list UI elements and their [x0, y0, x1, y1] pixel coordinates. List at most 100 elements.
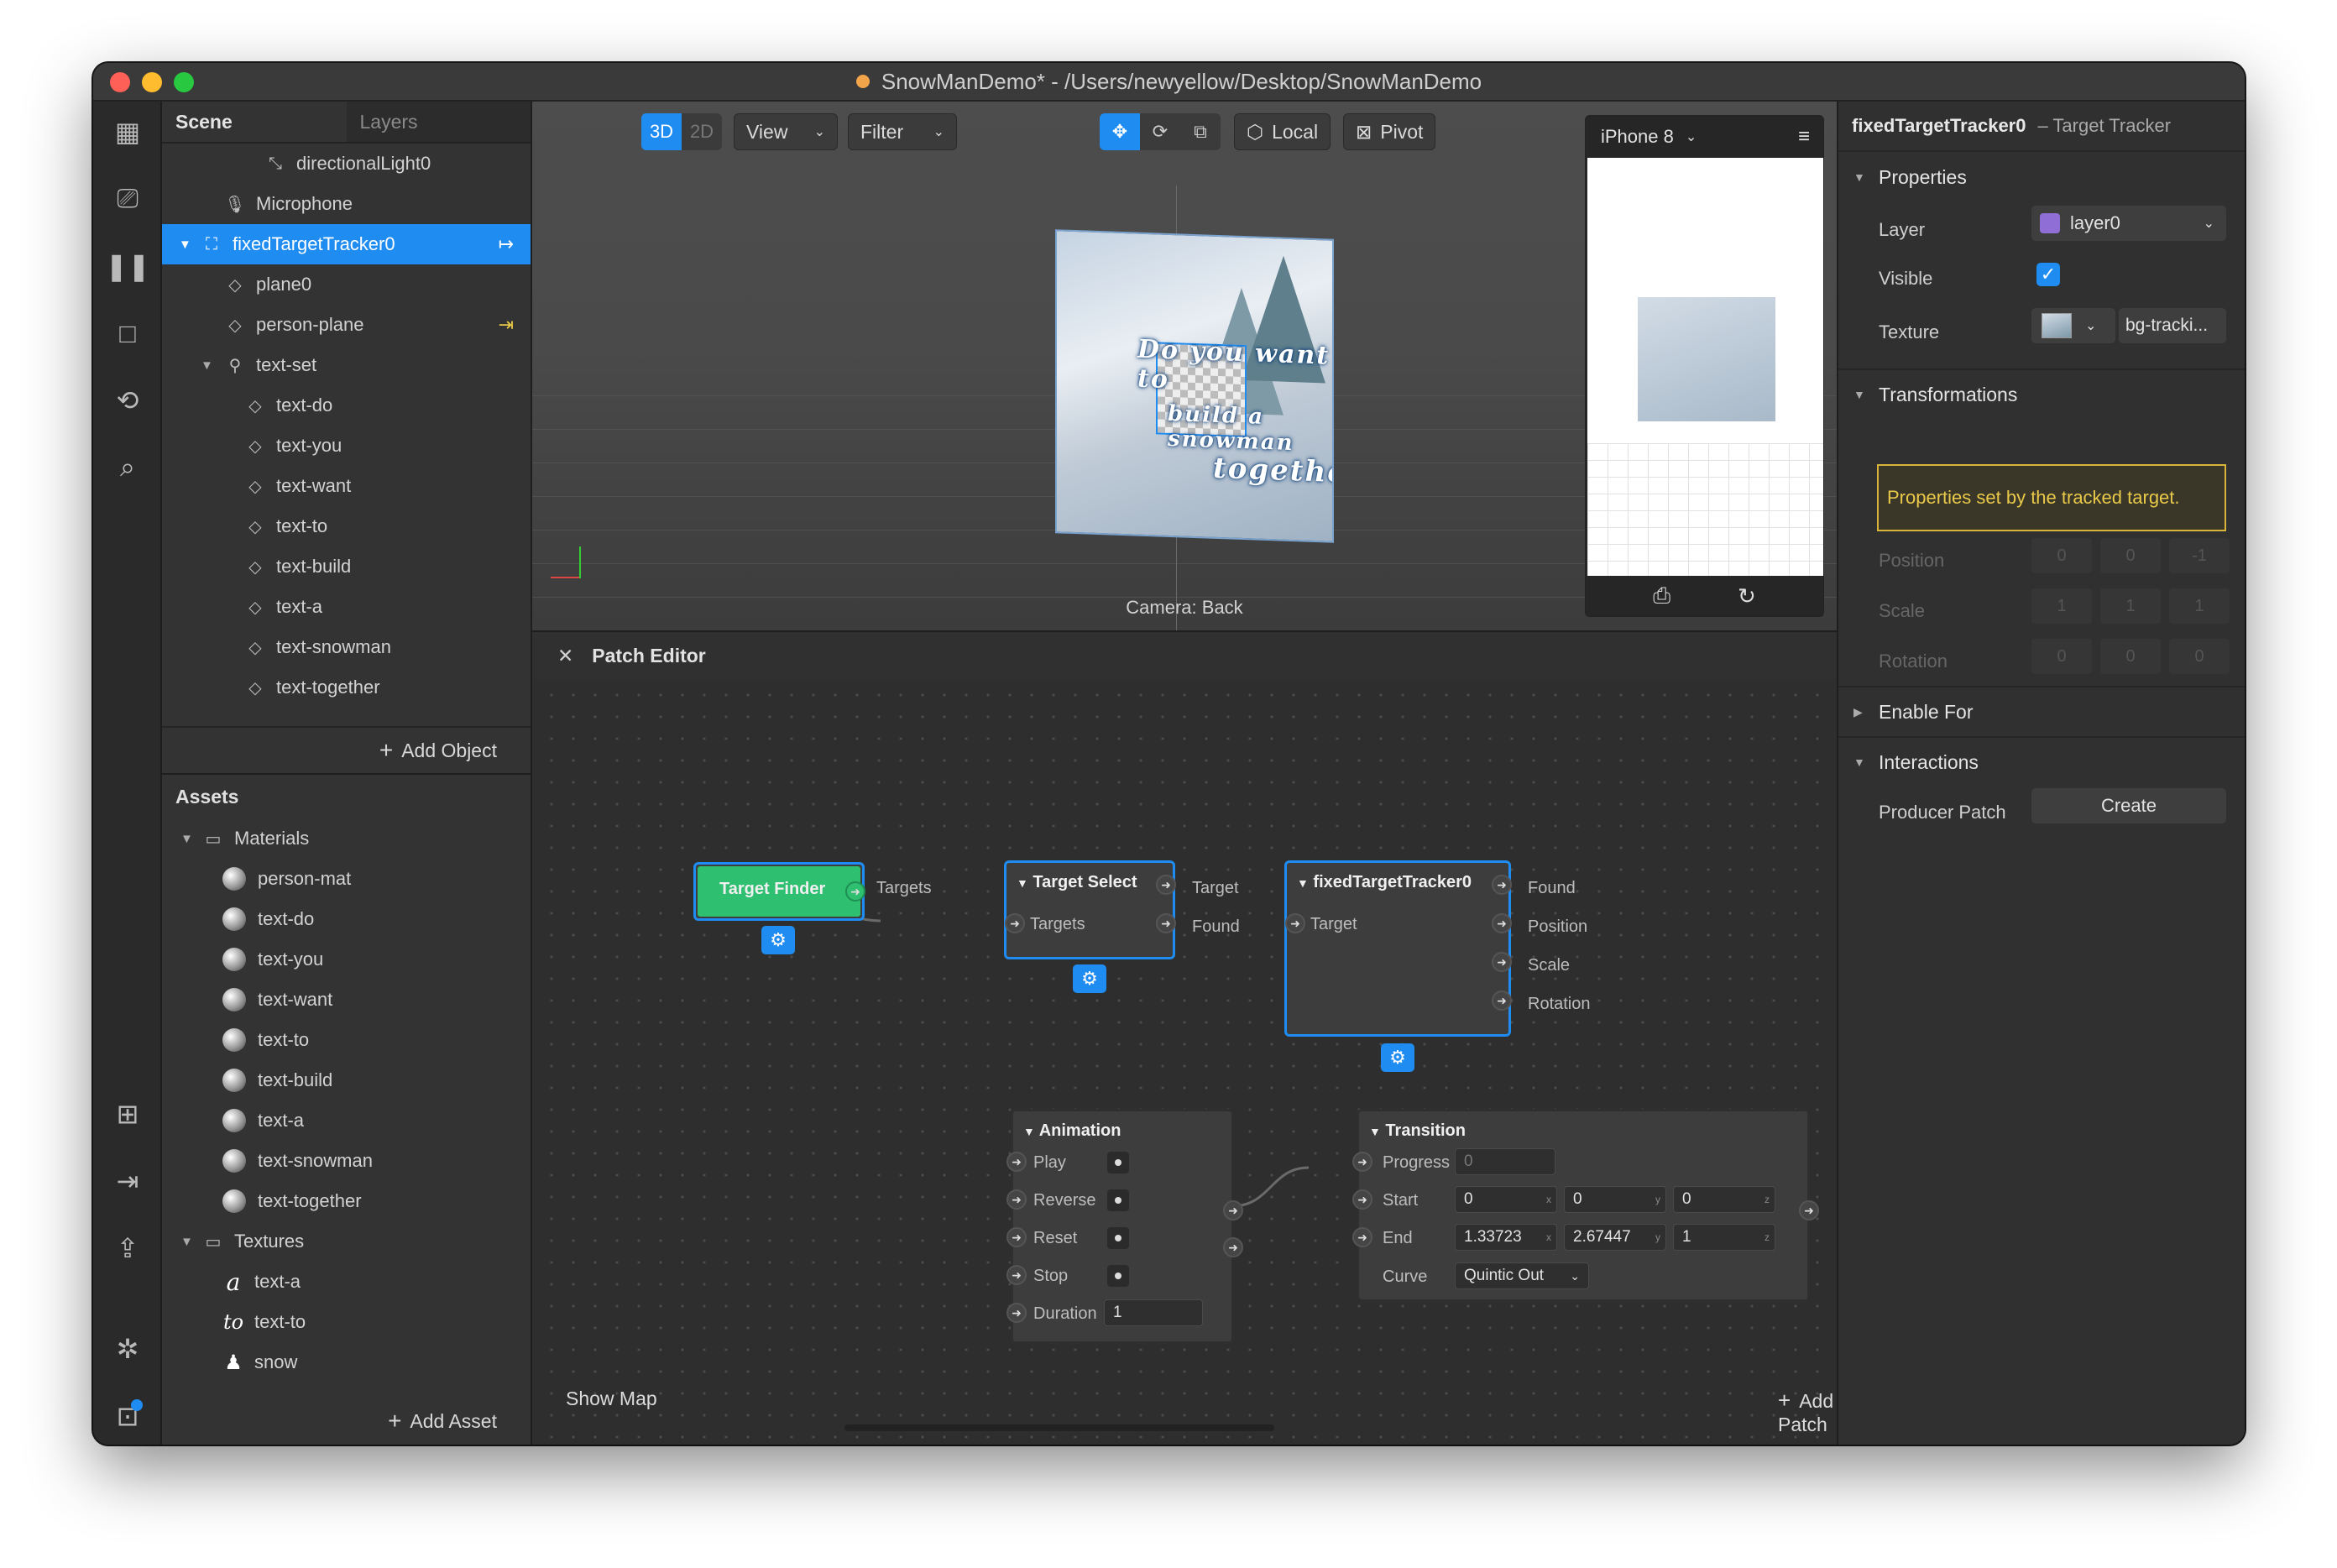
pulse-toggle[interactable]: [1107, 1152, 1129, 1173]
arrow-right-icon[interactable]: ➜: [1006, 1152, 1027, 1172]
animation-node[interactable]: ▼ Animation ➜ Play ➜ Reverse ➜ Reset ➜ S…: [1006, 1109, 1243, 1344]
show-map-button[interactable]: Show Map: [566, 1388, 657, 1410]
arrow-right-icon[interactable]: ➜: [1006, 1265, 1027, 1285]
rotate-device-icon[interactable]: ↻: [1738, 583, 1756, 609]
duration-input[interactable]: 1: [1104, 1299, 1203, 1326]
upload-icon[interactable]: ⇪: [111, 1231, 144, 1265]
add-asset-button[interactable]: + Add Asset: [162, 1398, 531, 1445]
transformations-section[interactable]: ▼ Transformations: [1838, 368, 2245, 419]
texture-thumbnail-select[interactable]: ⌄: [2031, 308, 2115, 343]
asset-material-text-build[interactable]: text-build: [162, 1060, 531, 1100]
scene-item-text-want[interactable]: ◇ text-want: [162, 466, 531, 506]
rotate-tool-icon[interactable]: ⟳: [1140, 113, 1180, 150]
layer-select[interactable]: layer0 ⌄: [2031, 206, 2226, 241]
scene-item-fixedtargettracker0[interactable]: ▼ ⛶ fixedTargetTracker0 ↦: [162, 224, 531, 264]
scene-item-text-snowman[interactable]: ◇ text-snowman: [162, 627, 531, 667]
scene-item-plane0[interactable]: ◇ plane0: [162, 264, 531, 305]
collapse-triangle-icon[interactable]: ▼: [1369, 1125, 1381, 1138]
target-finder-node[interactable]: Target Finder ➜: [693, 862, 865, 921]
filter-menu[interactable]: Filter ⌄: [848, 113, 957, 150]
asset-material-text-snowman[interactable]: text-snowman: [162, 1141, 531, 1181]
minimize-window-button[interactable]: [142, 72, 162, 92]
asset-material-text-want[interactable]: text-want: [162, 980, 531, 1020]
arrow-right-icon[interactable]: ➜: [1352, 1227, 1372, 1247]
arrow-right-icon[interactable]: ➜: [1156, 875, 1176, 895]
arrow-right-icon[interactable]: ➜: [1492, 875, 1512, 895]
arrow-right-icon[interactable]: ➜: [1223, 1200, 1243, 1220]
curve-select[interactable]: Quintic Out ⌄: [1455, 1262, 1589, 1289]
transition-node[interactable]: ▼ Transition ➜ Progress 0 ➜ Start 0x 0y …: [1352, 1109, 1819, 1302]
menu-icon[interactable]: ≡: [1798, 125, 1810, 149]
arrow-right-icon[interactable]: ➜: [1352, 1152, 1372, 1172]
scale-tool-icon[interactable]: ⧉: [1180, 113, 1221, 150]
viewport[interactable]: 3D 2D View ⌄ Filter ⌄ ✥ ⟳ ⧉ ⬡ Local ⊠ Pivot …: [532, 102, 1837, 632]
expand-triangle-icon[interactable]: ▼: [180, 1235, 193, 1249]
close-window-button[interactable]: [110, 72, 130, 92]
add-patch-button[interactable]: + Add Patch: [1778, 1388, 1837, 1436]
asset-texture-text-to[interactable]: to text-to: [162, 1302, 531, 1342]
arrow-right-icon[interactable]: ➜: [1156, 913, 1176, 933]
progress-input[interactable]: 0: [1455, 1148, 1555, 1175]
camera-switch-icon[interactable]: ⎙: [1653, 583, 1670, 609]
gear-icon[interactable]: ⚙: [1073, 964, 1106, 993]
expand-triangle-icon[interactable]: ▼: [201, 358, 213, 373]
properties-section[interactable]: ▼ Properties: [1838, 152, 2245, 202]
arrow-right-icon[interactable]: ➜: [845, 881, 865, 902]
patch-link-icon[interactable]: ⇥: [499, 314, 514, 336]
add-object-button[interactable]: + Add Object: [162, 726, 531, 773]
scene-item-text-a[interactable]: ◇ text-a: [162, 587, 531, 627]
arrow-right-icon[interactable]: ➜: [1006, 1189, 1027, 1210]
docs-icon[interactable]: ⊡: [111, 1399, 144, 1433]
asset-material-person-mat[interactable]: person-mat: [162, 859, 531, 899]
start-y-input[interactable]: 0y: [1564, 1186, 1666, 1213]
mode-2d-button[interactable]: 2D: [682, 113, 722, 150]
search-icon[interactable]: ⌕: [111, 451, 144, 484]
arrow-right-icon[interactable]: ➜: [1006, 1227, 1027, 1247]
arrow-right-icon[interactable]: ➜: [1223, 1237, 1243, 1257]
send-to-device-icon[interactable]: ⇥: [111, 1164, 144, 1198]
arrow-right-icon[interactable]: ➜: [1005, 913, 1025, 933]
stop-icon[interactable]: □: [111, 316, 144, 350]
asset-material-text-a[interactable]: text-a: [162, 1100, 531, 1141]
fixedtargettracker0-node[interactable]: ▼ fixedTargetTracker0 ➜ Target ➜ ➜ ➜ ➜: [1284, 860, 1512, 1037]
tab-layers[interactable]: Layers: [347, 102, 531, 142]
asset-texture-snow[interactable]: ♟ snow: [162, 1342, 531, 1382]
asset-folder-materials[interactable]: ▼ ▭ Materials: [162, 818, 531, 859]
arrow-right-icon[interactable]: ➜: [1799, 1200, 1819, 1220]
pulse-toggle[interactable]: [1107, 1265, 1129, 1287]
asset-material-text-you[interactable]: text-you: [162, 939, 531, 980]
scene-item-microphone[interactable]: 🎙︎ Microphone: [162, 184, 531, 224]
layout-icon[interactable]: ▦: [111, 115, 144, 149]
visible-checkbox[interactable]: ✓: [2036, 263, 2060, 286]
refresh-icon[interactable]: ⟲: [111, 384, 144, 417]
horizontal-scrollbar[interactable]: [844, 1424, 1274, 1431]
mode-3d-button[interactable]: 3D: [641, 113, 682, 150]
target-plane[interactable]: Do you want to build a snowman together?: [1055, 229, 1334, 543]
asset-texture-text-a[interactable]: a text-a: [162, 1262, 531, 1302]
end-z-input[interactable]: 1z: [1673, 1224, 1775, 1251]
arrow-right-icon[interactable]: ➜: [1492, 952, 1512, 972]
tab-scene[interactable]: Scene: [162, 102, 347, 142]
zoom-window-button[interactable]: [174, 72, 194, 92]
scene-item-person-plane[interactable]: ◇ person-plane ⇥: [162, 305, 531, 345]
interactions-section[interactable]: ▼ Interactions: [1838, 736, 2245, 787]
video-icon[interactable]: ⎚: [111, 182, 144, 216]
expand-triangle-icon[interactable]: ▼: [179, 238, 191, 252]
collapse-triangle-icon[interactable]: ▼: [1023, 1125, 1035, 1138]
move-tool-icon[interactable]: ✥: [1100, 113, 1140, 150]
arrow-right-icon[interactable]: ➜: [1352, 1189, 1372, 1210]
arrow-right-icon[interactable]: ➜: [1006, 1303, 1027, 1323]
arrow-right-icon[interactable]: ➜: [1492, 913, 1512, 933]
bug-icon[interactable]: ✲: [111, 1332, 144, 1366]
pulse-toggle[interactable]: [1107, 1189, 1129, 1211]
enable-for-section[interactable]: ▶ Enable For: [1838, 686, 2245, 736]
collapse-triangle-icon[interactable]: ▼: [1297, 876, 1309, 890]
texture-name-field[interactable]: bg-tracki...: [2119, 308, 2226, 343]
target-select-node[interactable]: ▼ Target Select ➜ Targets ➜ ➜: [1004, 860, 1176, 959]
pulse-toggle[interactable]: [1107, 1227, 1129, 1249]
asset-folder-textures[interactable]: ▼ ▭ Textures: [162, 1221, 531, 1262]
arrow-right-icon[interactable]: ➜: [1492, 990, 1512, 1011]
arrow-right-icon[interactable]: ➜: [1285, 913, 1305, 933]
gear-icon[interactable]: ⚙: [761, 926, 795, 954]
tracker-link-icon[interactable]: ↦: [499, 233, 514, 255]
